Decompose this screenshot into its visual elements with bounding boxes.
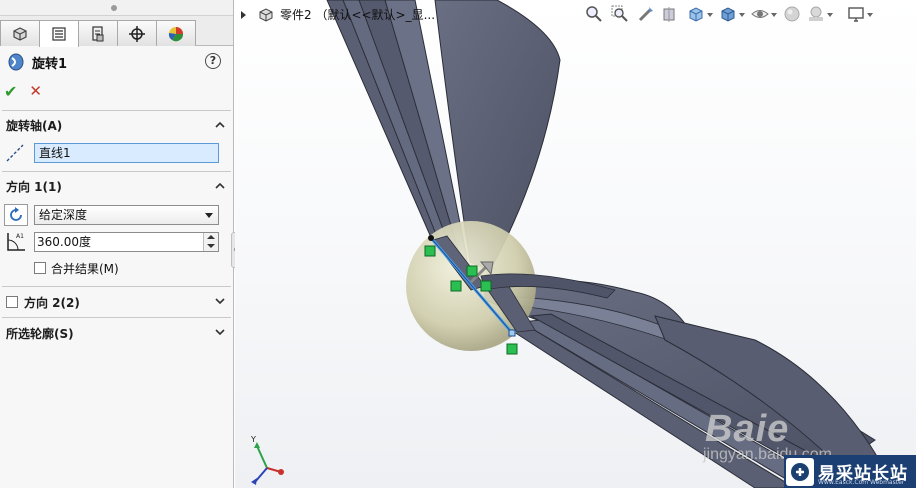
view-orientation-icon	[689, 7, 703, 22]
previous-view-button[interactable]	[635, 3, 657, 25]
zoom-to-fit-button[interactable]	[583, 3, 605, 25]
baidu-watermark: Baie	[705, 408, 790, 450]
manager-tabs	[0, 16, 233, 47]
site-logo-icon	[786, 457, 814, 486]
display-manager-icon	[168, 26, 184, 41]
tab-display-manager[interactable]	[156, 20, 196, 46]
heads-up-view-toolbar	[583, 3, 913, 27]
view-settings-dropdown-icon[interactable]	[867, 13, 873, 17]
reverse-direction-icon	[10, 207, 22, 221]
edit-appearance-button[interactable]	[781, 3, 803, 25]
chevron-down-icon[interactable]	[215, 296, 225, 306]
apply-scene-dropdown-icon[interactable]	[827, 13, 833, 17]
apply-scene-button[interactable]	[805, 3, 827, 25]
site-url: Www.Easck.Com Webmaster	[818, 479, 905, 486]
help-button[interactable]: ?	[205, 53, 221, 69]
chevron-up-icon[interactable]	[215, 181, 225, 191]
axis-endpoint-handle[interactable]	[508, 329, 516, 337]
tab-property-manager[interactable]	[39, 20, 79, 47]
configuration-manager-icon	[92, 25, 104, 41]
chevron-up-icon[interactable]	[215, 120, 225, 130]
expand-arrow-icon[interactable]	[241, 10, 246, 19]
site-badge: 易采站长站 Www.Easck.Com Webmaster	[784, 455, 916, 488]
section-view-icon	[663, 7, 675, 22]
property-manager-icon	[52, 27, 66, 41]
hide-show-icon	[751, 10, 769, 18]
apply-scene-icon	[809, 6, 823, 21]
end-condition-select[interactable]: 给定深度	[34, 205, 219, 225]
model-preview[interactable]	[235, 0, 916, 488]
group-header-direction2[interactable]: 方向 2(2)	[0, 287, 233, 317]
relation-marker[interactable]	[450, 280, 462, 292]
ok-cancel-bar: ✔ ✕	[0, 78, 233, 104]
svg-text:A1: A1	[16, 233, 24, 240]
axis-line-icon	[6, 144, 24, 162]
dimxpert-icon	[129, 25, 145, 42]
feature-title: 旋转1	[32, 56, 68, 72]
group-body-axis: 直线1	[0, 139, 233, 171]
reference-triad: Y	[250, 435, 284, 485]
cancel-button[interactable]: ✕	[29, 82, 42, 100]
group-header-direction1[interactable]: 方向 1(1)	[0, 172, 233, 200]
end-condition-value: 给定深度	[39, 208, 88, 222]
display-style-dropdown-icon[interactable]	[739, 13, 745, 17]
relation-marker[interactable]	[466, 265, 478, 277]
triad-y-label: Y	[250, 435, 256, 444]
edit-appearance-icon	[784, 6, 800, 22]
axis-selection-field[interactable]: 直线1	[34, 143, 219, 163]
dropdown-arrow-icon	[205, 213, 213, 218]
view-settings-button[interactable]	[845, 3, 867, 25]
angle-input[interactable]: 360.00度	[34, 232, 219, 252]
tab-feature-manager[interactable]	[0, 20, 40, 46]
group-header-contours[interactable]: 所选轮廓(S)	[0, 318, 233, 348]
group-body-direction1: 给定深度 A1 360.00度 合并结果(M)	[0, 200, 233, 286]
angle-value: 360.00度	[37, 235, 91, 249]
reverse-direction-button[interactable]	[4, 204, 28, 226]
previous-view-icon	[638, 7, 653, 22]
display-style-button[interactable]	[717, 3, 739, 25]
feature-header: 旋转1 ?	[0, 46, 233, 78]
view-orientation-dropdown-icon[interactable]	[707, 13, 713, 17]
zoom-to-fit-icon	[586, 6, 602, 22]
group-title-axis: 旋转轴(A)	[6, 118, 63, 133]
feature-manager-icon	[13, 26, 27, 41]
relation-marker[interactable]	[480, 280, 492, 292]
zoom-area-icon	[611, 5, 628, 22]
hide-show-button[interactable]	[749, 3, 771, 25]
tab-configuration-manager[interactable]	[78, 20, 118, 46]
part-name: 零件2 （默认<<默认>_显...	[280, 8, 436, 22]
flyout-feature-tree[interactable]: 零件2 （默认<<默认>_显...	[241, 6, 435, 23]
view-orientation-button[interactable]	[685, 3, 707, 25]
relation-marker[interactable]	[506, 343, 518, 355]
property-manager-panel: 旋转1 ? ✔ ✕ 旋转轴(A) 直线1 方向 1(1) 给定深度 A1 360…	[0, 0, 234, 488]
chevron-down-icon[interactable]	[215, 327, 225, 337]
revolve-icon	[8, 53, 24, 71]
tab-dimxpert-manager[interactable]	[117, 20, 157, 46]
hide-show-dropdown-icon[interactable]	[771, 13, 777, 17]
direction2-checkbox[interactable]	[6, 296, 18, 308]
panel-grip[interactable]	[0, 0, 233, 16]
angle-icon: A1	[7, 233, 25, 251]
part-icon	[259, 7, 273, 22]
display-style-icon	[721, 7, 735, 22]
merge-result-label: 合并结果(M)	[51, 261, 119, 276]
group-title-direction2: 方向 2(2)	[24, 295, 80, 310]
angle-spinner[interactable]	[203, 233, 218, 251]
zoom-area-button[interactable]	[609, 3, 631, 25]
section-view-button[interactable]	[659, 3, 681, 25]
relation-marker[interactable]	[424, 245, 436, 257]
ok-button[interactable]: ✔	[4, 82, 17, 101]
graphics-viewport[interactable]: 零件2 （默认<<默认>_显... Baie jingyan.baidu.com…	[235, 0, 916, 488]
group-title-contours: 所选轮廓(S)	[6, 326, 74, 341]
group-title-direction1: 方向 1(1)	[6, 179, 62, 194]
view-settings-icon	[848, 7, 864, 22]
merge-result-checkbox[interactable]	[34, 262, 46, 274]
group-header-axis[interactable]: 旋转轴(A)	[0, 111, 233, 139]
